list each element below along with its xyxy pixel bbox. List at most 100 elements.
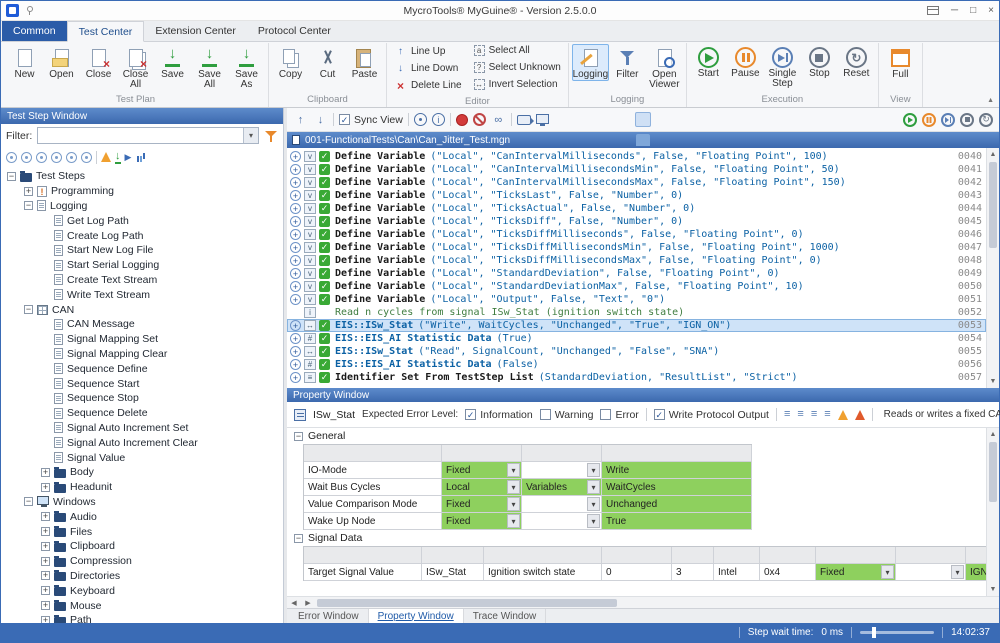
context-type-select[interactable]	[522, 496, 602, 513]
insert-step-icon[interactable]	[290, 281, 301, 292]
tree-item[interactable]: Programming	[1, 184, 283, 199]
warning-icon[interactable]	[838, 410, 848, 420]
tree-expand-icon[interactable]	[24, 305, 33, 314]
insert-step-icon[interactable]	[290, 190, 301, 201]
ribbon-button[interactable]: Pause	[727, 44, 764, 80]
layout-icon[interactable]	[784, 409, 790, 420]
tree-expand-icon[interactable]	[41, 527, 50, 536]
tree-toolbar-button[interactable]	[6, 152, 17, 163]
context-scope-select[interactable]: Fixed	[816, 564, 896, 581]
tree-item[interactable]: Get Log Path	[1, 213, 283, 228]
collapse-section-icon[interactable]	[294, 534, 303, 543]
general-section-header[interactable]: General	[287, 428, 986, 444]
tree-item[interactable]: Test Steps	[1, 169, 283, 184]
sync-view-checkbox[interactable]: Sync View	[339, 114, 403, 126]
tree-item[interactable]: Body	[1, 465, 283, 480]
scroll-thumb[interactable]	[317, 599, 617, 607]
insert-step-icon[interactable]	[290, 294, 301, 305]
record-icon[interactable]	[456, 114, 468, 126]
tree-item[interactable]: Sequence Define	[1, 361, 283, 376]
play-circle-icon[interactable]	[903, 113, 917, 127]
tree-expand-icon[interactable]	[24, 187, 33, 196]
insert-step-icon[interactable]	[290, 346, 301, 357]
move-up-icon[interactable]	[293, 112, 308, 127]
tree-expand-icon[interactable]	[41, 601, 50, 610]
ribbon-button[interactable]: New	[6, 44, 43, 81]
tree-item[interactable]: Signal Auto Increment Set	[1, 421, 283, 436]
tree-item[interactable]: Directories	[1, 569, 283, 584]
code-line[interactable]: Define Variable ("Local", "TicksDiffMill…	[287, 254, 986, 267]
code-line[interactable]: Identifier Set From TestStep List (Stand…	[287, 371, 986, 384]
bottom-tab[interactable]: Trace Window	[464, 609, 547, 623]
context-type-select[interactable]	[522, 513, 602, 530]
ribbon-small-button[interactable]: Delete Line	[390, 79, 466, 92]
warning-icon[interactable]	[101, 152, 111, 162]
code-line[interactable]: EIS::ISw_Stat ("Read", SignalCount, "Unc…	[287, 345, 986, 358]
tree-toolbar-button[interactable]	[51, 152, 62, 163]
tree-toolbar-button[interactable]	[36, 152, 47, 163]
stop-circle-icon[interactable]	[960, 113, 974, 127]
monitor-icon[interactable]	[536, 114, 549, 124]
value-cell[interactable]: IGN_ON	[966, 564, 986, 581]
bottom-tab[interactable]: Error Window	[289, 609, 369, 623]
ribbon-button[interactable]: Stop	[801, 44, 838, 80]
ribbon-button[interactable]: Save All	[191, 44, 228, 91]
collapse-ribbon-icon[interactable]: ▲	[987, 97, 994, 104]
code-line[interactable]: Read n cycles from signal ISw_Stat (igni…	[287, 306, 986, 319]
minimize-icon[interactable]: ─	[951, 6, 958, 16]
ribbon-button[interactable]: Close	[80, 44, 117, 81]
ribbon-small-button[interactable]: Line Up	[390, 45, 466, 58]
target-icon[interactable]	[414, 113, 427, 126]
tree-item[interactable]: Audio	[1, 509, 283, 524]
code-line[interactable]: EIS::ISw_Stat ("Write", WaitCycles, "Unc…	[287, 319, 986, 332]
ribbon-button[interactable]: Cut	[309, 44, 346, 81]
property-vertical-scrollbar[interactable]: ▲ ▼	[986, 428, 999, 596]
write-protocol-output-checkbox[interactable]: Write Protocol Output	[654, 409, 769, 421]
tree-item[interactable]: Signal Mapping Clear	[1, 347, 283, 362]
tree-toolbar-button[interactable]	[81, 152, 92, 163]
ribbon-button[interactable]: Save As	[228, 44, 265, 91]
ribbon-tab[interactable]: Common	[2, 21, 67, 41]
ribbon-button[interactable]: Logging	[572, 44, 609, 81]
tree-item[interactable]: Create Log Path	[1, 228, 283, 243]
pause-circle-icon[interactable]	[922, 113, 936, 127]
scroll-down-icon[interactable]: ▼	[987, 583, 999, 596]
ribbon-button[interactable]: Close All	[117, 44, 154, 91]
collapse-section-icon[interactable]	[294, 432, 303, 441]
code-line[interactable]: Define Variable ("Local", "StandardDevia…	[287, 280, 986, 293]
link-icon[interactable]	[491, 112, 506, 127]
ribbon-button[interactable]: Single Step	[764, 44, 801, 90]
ribbon-tab[interactable]: Extension Center	[144, 21, 247, 41]
tree-expand-icon[interactable]	[41, 542, 50, 551]
error-level-checkbox[interactable]: Error	[600, 409, 638, 421]
insert-step-icon[interactable]	[290, 216, 301, 227]
context-type-select[interactable]	[896, 564, 966, 581]
tree-item[interactable]: Compression	[1, 554, 283, 569]
scroll-right-icon[interactable]: ▶	[301, 599, 315, 607]
tree-item[interactable]: Path	[1, 613, 283, 623]
tree-expand-icon[interactable]	[41, 571, 50, 580]
disable-icon[interactable]	[473, 113, 486, 126]
context-scope-select[interactable]: Fixed	[442, 496, 522, 513]
document-tab[interactable]: 001-FunctionalTests\Can\Can_Jitter_Test.…	[287, 132, 999, 148]
camera-icon[interactable]	[517, 115, 531, 125]
insert-step-icon[interactable]	[290, 359, 301, 370]
tree-item[interactable]: Write Text Stream	[1, 287, 283, 302]
tree-expand-icon[interactable]	[7, 172, 16, 181]
filter-combobox[interactable]	[37, 127, 259, 144]
insert-step-icon[interactable]	[290, 203, 301, 214]
scroll-thumb[interactable]	[989, 162, 997, 248]
scroll-thumb[interactable]	[989, 442, 997, 502]
ribbon-button[interactable]: Open Viewer	[646, 44, 683, 91]
ribbon-button[interactable]: Save	[154, 44, 191, 81]
tree-item[interactable]: Signal Auto Increment Clear	[1, 435, 283, 450]
ribbon-small-button[interactable]: Select All	[470, 45, 565, 56]
tree-expand-icon[interactable]	[24, 201, 33, 210]
reset-circle-icon[interactable]	[979, 113, 993, 127]
layout-icon[interactable]	[824, 409, 830, 420]
scroll-down-icon[interactable]: ▼	[987, 375, 999, 388]
tree-expand-icon[interactable]	[41, 557, 50, 566]
tree-item[interactable]: Sequence Stop	[1, 391, 283, 406]
layout-icon[interactable]	[797, 409, 803, 420]
tree-expand-icon[interactable]	[41, 616, 50, 623]
